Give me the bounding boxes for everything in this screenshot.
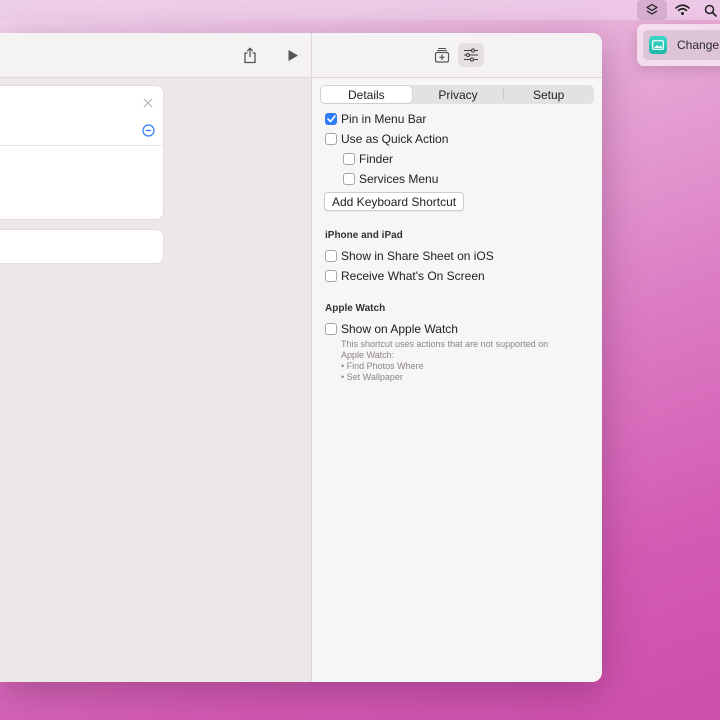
action-card[interactable]	[0, 85, 164, 220]
quick-action-checkbox[interactable]	[325, 133, 337, 145]
pin-in-menu-bar-row[interactable]: Pin in Menu Bar	[325, 112, 426, 126]
tab-setup[interactable]: Setup	[503, 85, 594, 104]
services-menu-label: Services Menu	[359, 172, 439, 186]
finder-checkbox[interactable]	[343, 153, 355, 165]
menu-item-change-wallpaper[interactable]: Change	[643, 30, 720, 60]
editor-pane	[0, 33, 311, 682]
shortcuts-menu-popup: Change	[637, 24, 720, 66]
photo-icon	[649, 36, 667, 54]
wifi-icon[interactable]	[672, 0, 692, 20]
show-on-watch-row[interactable]: Show on Apple Watch	[325, 322, 458, 336]
tab-privacy[interactable]: Privacy	[413, 85, 504, 104]
close-icon[interactable]	[142, 96, 154, 108]
whats-on-screen-label: Receive What's On Screen	[341, 269, 485, 283]
whats-on-screen-row[interactable]: Receive What's On Screen	[325, 269, 485, 283]
shortcuts-menu-icon[interactable]	[637, 0, 667, 20]
services-menu-checkbox[interactable]	[343, 173, 355, 185]
editor-toolbar	[0, 33, 311, 78]
tab-details[interactable]: Details	[321, 86, 412, 103]
pin-in-menu-bar-label: Pin in Menu Bar	[341, 112, 427, 126]
note-line: Apple Watch:	[341, 350, 395, 360]
quick-action-row[interactable]: Use as Quick Action	[325, 132, 448, 146]
play-icon[interactable]	[281, 43, 305, 67]
share-sheet-row[interactable]: Show in Share Sheet on iOS	[325, 249, 494, 263]
finder-label: Finder	[359, 152, 394, 166]
menu-bar	[0, 0, 720, 20]
details-toolbar	[312, 33, 602, 78]
services-menu-row[interactable]: Services Menu	[343, 172, 438, 186]
add-keyboard-shortcut-button[interactable]: Add Keyboard Shortcut	[324, 192, 465, 211]
sliders-icon[interactable]	[458, 43, 484, 67]
share-icon[interactable]	[238, 43, 262, 67]
share-sheet-checkbox[interactable]	[325, 250, 337, 262]
remove-filter-icon[interactable]	[142, 124, 155, 137]
note-line: • Set Wallpaper	[341, 372, 403, 382]
share-sheet-label: Show in Share Sheet on iOS	[341, 249, 494, 263]
iphone-section-title: iPhone and iPad	[325, 230, 403, 241]
add-to-library-icon[interactable]	[429, 43, 455, 67]
note-line: This shortcut uses actions that are not …	[341, 339, 549, 349]
menu-item-label: Change	[677, 38, 720, 52]
note-line: • Find Photos Where	[341, 361, 424, 371]
show-on-watch-label: Show on Apple Watch	[341, 322, 458, 336]
card-divider	[0, 145, 163, 146]
quick-action-label: Use as Quick Action	[341, 132, 449, 146]
finder-row[interactable]: Finder	[343, 152, 393, 166]
details-pane: Details Privacy Setup Pin in Menu Bar Us…	[312, 33, 602, 682]
search-icon[interactable]	[700, 0, 720, 20]
action-card[interactable]	[0, 229, 164, 264]
show-on-watch-checkbox[interactable]	[325, 323, 337, 335]
whats-on-screen-checkbox[interactable]	[325, 270, 337, 282]
shortcuts-window: Details Privacy Setup Pin in Menu Bar Us…	[0, 33, 602, 682]
watch-unsupported-note: This shortcut uses actions that are not …	[341, 339, 571, 383]
pin-in-menu-bar-checkbox[interactable]	[325, 113, 337, 125]
watch-section-title: Apple Watch	[325, 303, 386, 314]
details-tabs: Details Privacy Setup	[320, 85, 594, 104]
